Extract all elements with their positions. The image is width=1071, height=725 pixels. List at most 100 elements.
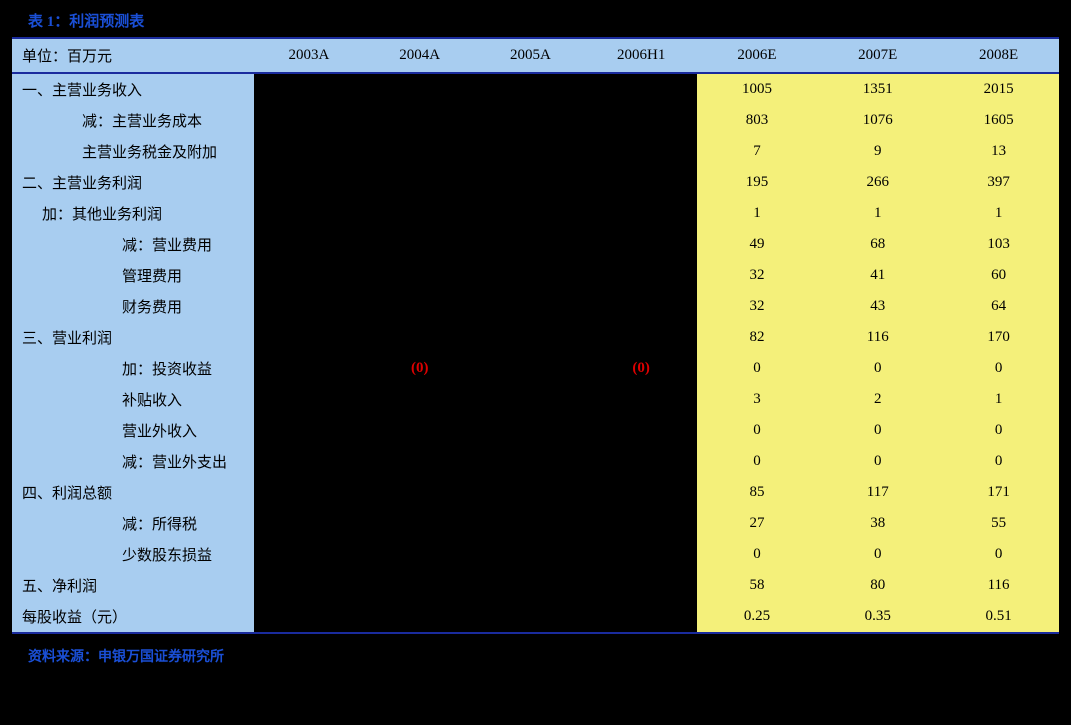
historical-cell bbox=[586, 570, 697, 601]
row-label: 减：所得税 bbox=[12, 508, 254, 539]
table-row: 减：营业费用4968103 bbox=[12, 229, 1059, 260]
estimate-cell: 0 bbox=[697, 539, 818, 570]
historical-cell bbox=[475, 105, 586, 136]
historical-cell bbox=[475, 446, 586, 477]
historical-cell bbox=[254, 105, 365, 136]
estimate-cell: 85 bbox=[697, 477, 818, 508]
historical-cell bbox=[254, 322, 365, 353]
row-label: 管理费用 bbox=[12, 260, 254, 291]
estimate-cell: 1076 bbox=[817, 105, 938, 136]
estimate-cell: 64 bbox=[938, 291, 1059, 322]
col-2004A: 2004A bbox=[364, 38, 475, 73]
estimate-cell: 1 bbox=[817, 198, 938, 229]
historical-cell bbox=[475, 477, 586, 508]
historical-cell bbox=[475, 570, 586, 601]
estimate-cell: 82 bbox=[697, 322, 818, 353]
row-label: 四、利润总额 bbox=[12, 477, 254, 508]
historical-cell bbox=[586, 508, 697, 539]
estimate-cell: 0.35 bbox=[817, 601, 938, 633]
historical-cell bbox=[254, 384, 365, 415]
col-2006E: 2006E bbox=[697, 38, 818, 73]
historical-cell bbox=[475, 291, 586, 322]
estimate-cell: 803 bbox=[697, 105, 818, 136]
estimate-cell: 2 bbox=[817, 384, 938, 415]
row-label: 减：营业费用 bbox=[12, 229, 254, 260]
row-label: 一、主营业务收入 bbox=[12, 73, 254, 105]
table-header-row: 单位：百万元 2003A 2004A 2005A 2006H1 2006E 20… bbox=[12, 38, 1059, 73]
table-row: 四、利润总额85117171 bbox=[12, 477, 1059, 508]
historical-cell bbox=[254, 167, 365, 198]
historical-cell: (0) bbox=[364, 353, 475, 384]
estimate-cell: 1 bbox=[938, 198, 1059, 229]
estimate-cell: 116 bbox=[817, 322, 938, 353]
historical-cell bbox=[364, 198, 475, 229]
estimate-cell: 1351 bbox=[817, 73, 938, 105]
historical-cell bbox=[586, 260, 697, 291]
estimate-cell: 80 bbox=[817, 570, 938, 601]
estimate-cell: 1005 bbox=[697, 73, 818, 105]
historical-cell bbox=[475, 167, 586, 198]
historical-cell bbox=[586, 198, 697, 229]
historical-cell bbox=[364, 384, 475, 415]
historical-cell bbox=[254, 539, 365, 570]
estimate-cell: 7 bbox=[697, 136, 818, 167]
historical-cell bbox=[364, 136, 475, 167]
historical-cell bbox=[475, 601, 586, 633]
estimate-cell: 117 bbox=[817, 477, 938, 508]
estimate-cell: 0 bbox=[938, 353, 1059, 384]
row-label: 营业外收入 bbox=[12, 415, 254, 446]
table-row: 加：投资收益(0)(0)000 bbox=[12, 353, 1059, 384]
estimate-cell: 0 bbox=[817, 446, 938, 477]
unit-header: 单位：百万元 bbox=[12, 38, 254, 73]
table-body: 一、主营业务收入100513512015减：主营业务成本80310761605主… bbox=[12, 73, 1059, 633]
row-label: 补贴收入 bbox=[12, 384, 254, 415]
historical-cell bbox=[254, 229, 365, 260]
table-row: 减：营业外支出000 bbox=[12, 446, 1059, 477]
estimate-cell: 0 bbox=[817, 539, 938, 570]
historical-cell bbox=[364, 73, 475, 105]
estimate-cell: 58 bbox=[697, 570, 818, 601]
estimate-cell: 27 bbox=[697, 508, 818, 539]
historical-cell bbox=[475, 508, 586, 539]
estimate-cell: 2015 bbox=[938, 73, 1059, 105]
table-row: 少数股东损益000 bbox=[12, 539, 1059, 570]
historical-cell bbox=[364, 322, 475, 353]
historical-cell bbox=[364, 260, 475, 291]
table-row: 二、主营业务利润195266397 bbox=[12, 167, 1059, 198]
negative-value: (0) bbox=[411, 360, 429, 376]
historical-cell bbox=[586, 446, 697, 477]
historical-cell bbox=[364, 229, 475, 260]
table-row: 三、营业利润82116170 bbox=[12, 322, 1059, 353]
profit-forecast-table: 单位：百万元 2003A 2004A 2005A 2006H1 2006E 20… bbox=[12, 37, 1059, 634]
estimate-cell: 1 bbox=[938, 384, 1059, 415]
table-row: 主营业务税金及附加7913 bbox=[12, 136, 1059, 167]
historical-cell bbox=[254, 353, 365, 384]
estimate-cell: 32 bbox=[697, 291, 818, 322]
historical-cell bbox=[475, 198, 586, 229]
row-label: 二、主营业务利润 bbox=[12, 167, 254, 198]
estimate-cell: 9 bbox=[817, 136, 938, 167]
estimate-cell: 55 bbox=[938, 508, 1059, 539]
estimate-cell: 0 bbox=[817, 415, 938, 446]
estimate-cell: 1605 bbox=[938, 105, 1059, 136]
historical-cell bbox=[254, 508, 365, 539]
estimate-cell: 116 bbox=[938, 570, 1059, 601]
estimate-cell: 103 bbox=[938, 229, 1059, 260]
negative-value: (0) bbox=[632, 360, 650, 376]
estimate-cell: 0.25 bbox=[697, 601, 818, 633]
historical-cell bbox=[364, 570, 475, 601]
estimate-cell: 49 bbox=[697, 229, 818, 260]
estimate-cell: 266 bbox=[817, 167, 938, 198]
table-row: 管理费用324160 bbox=[12, 260, 1059, 291]
estimate-cell: 170 bbox=[938, 322, 1059, 353]
estimate-cell: 0 bbox=[697, 415, 818, 446]
historical-cell bbox=[254, 136, 365, 167]
row-label: 财务费用 bbox=[12, 291, 254, 322]
table-row: 营业外收入000 bbox=[12, 415, 1059, 446]
historical-cell bbox=[364, 601, 475, 633]
estimate-cell: 195 bbox=[697, 167, 818, 198]
historical-cell bbox=[364, 415, 475, 446]
historical-cell bbox=[254, 291, 365, 322]
historical-cell bbox=[475, 353, 586, 384]
historical-cell bbox=[364, 105, 475, 136]
